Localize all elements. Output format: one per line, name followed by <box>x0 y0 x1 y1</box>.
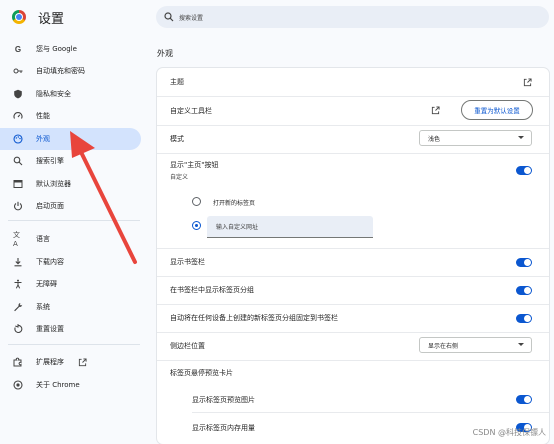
reset-to-default-button[interactable]: 重置为默认设置 <box>461 100 533 120</box>
row-divider <box>157 125 549 126</box>
home-button-toggle[interactable] <box>516 166 532 175</box>
sidebar-item-performance[interactable]: 性能 <box>0 105 141 127</box>
sidebar-item-label: 启动页面 <box>36 202 64 210</box>
sidebar-item-on-startup[interactable]: 启动页面 <box>0 195 141 217</box>
row-divider <box>157 304 549 305</box>
home-button-sublabel: 自定义 <box>170 174 189 181</box>
mode-select[interactable]: 浅色 <box>419 130 532 146</box>
browser-icon <box>13 179 23 189</box>
appearance-card: 主题 自定义工具栏 重置为默认设置 模式 浅色 显示"主页"按钮 自定义 打开新… <box>157 68 549 444</box>
sidebar-item-label: 下载内容 <box>36 258 64 266</box>
new-tab-radio[interactable] <box>192 197 201 206</box>
search-icon <box>164 12 174 22</box>
accessibility-icon <box>13 279 23 289</box>
shield-icon <box>13 89 23 99</box>
sidebar-item-appearance[interactable]: 外观 <box>0 128 141 150</box>
hover-card-label: 标签页悬停预览卡片 <box>170 369 233 377</box>
power-icon <box>13 201 23 211</box>
sidebar-item-label: 关于 Chrome <box>36 381 80 389</box>
watermark: CSDN @科技保镖人 <box>472 428 546 437</box>
search-icon <box>13 156 23 166</box>
custom-url-placeholder: 输入自定义网址 <box>216 224 259 231</box>
translate-icon: 文A <box>13 231 20 248</box>
sidebar-item-label: 您与 Google <box>36 45 77 53</box>
reset-icon <box>13 324 23 334</box>
sidebar-item-label: 默认浏览器 <box>36 180 71 188</box>
sidebar-item-extensions[interactable]: 扩展程序 <box>0 351 141 373</box>
sidebar-item-label: 系统 <box>36 303 50 311</box>
theme-row[interactable]: 主题 <box>157 68 549 96</box>
bookmarks-bar-label: 显示书签栏 <box>170 258 205 266</box>
sidebar-item-label: 隐私和安全 <box>36 90 71 98</box>
search-input[interactable]: 搜索设置 <box>156 6 549 28</box>
sidebar-divider <box>8 220 140 221</box>
sidebar-item-privacy[interactable]: 隐私和安全 <box>0 83 141 105</box>
row-divider <box>192 412 549 413</box>
sidebar-item-search-engine[interactable]: 搜索引擎 <box>0 150 141 172</box>
chevron-down-icon <box>518 343 524 346</box>
sidebar-item-label: 重置设置 <box>36 325 64 333</box>
sidebar-item-downloads[interactable]: 下载内容 <box>0 251 141 273</box>
sidebar-item-autofill[interactable]: 自动填充和密码 <box>0 60 141 82</box>
new-tab-radio-label: 打开新的标签页 <box>213 200 256 207</box>
google-icon: G <box>14 44 22 54</box>
theme-label: 主题 <box>170 78 184 86</box>
row-divider <box>157 248 549 249</box>
row-divider <box>157 360 549 361</box>
auto-pin-label: 自动将在任何设备上创建的新标签页分组固定到书签栏 <box>170 314 338 322</box>
custom-url-radio[interactable] <box>192 221 201 230</box>
external-link-icon[interactable] <box>431 106 440 115</box>
sidebar-item-default-browser[interactable]: 默认浏览器 <box>0 173 141 195</box>
sidebar-item-you-and-google[interactable]: G 您与 Google <box>0 38 141 60</box>
chrome-logo-icon <box>12 10 26 24</box>
mode-label: 模式 <box>170 135 184 143</box>
search-placeholder: 搜索设置 <box>179 14 204 22</box>
sidebar-item-reset[interactable]: 重置设置 <box>0 318 141 340</box>
row-divider <box>157 153 549 154</box>
sidebar-item-label: 搜索引擎 <box>36 157 64 165</box>
sidebar-item-languages[interactable]: 文A 语言 <box>0 228 141 250</box>
wrench-icon <box>13 302 23 312</box>
sidebar-item-system[interactable]: 系统 <box>0 296 141 318</box>
palette-icon <box>13 134 23 144</box>
toolbar-label: 自定义工具栏 <box>170 107 212 115</box>
custom-url-input[interactable]: 输入自定义网址 <box>207 216 373 238</box>
auto-pin-toggle[interactable] <box>516 314 532 323</box>
chevron-down-icon <box>518 136 524 139</box>
sidebar-item-label: 性能 <box>36 112 50 120</box>
bookmarks-bar-toggle[interactable] <box>516 258 532 267</box>
hover-image-toggle[interactable] <box>516 395 532 404</box>
side-panel-label: 侧边栏位置 <box>170 342 205 350</box>
chrome-icon <box>13 380 23 390</box>
tab-groups-label: 在书签栏中显示标签页分组 <box>170 286 254 294</box>
sidebar-item-label: 扩展程序 <box>36 358 64 366</box>
key-icon <box>13 66 23 76</box>
sidebar-divider <box>8 344 140 345</box>
sidebar-item-label: 外观 <box>36 135 50 143</box>
side-panel-select-value: 显示在右侧 <box>428 342 459 350</box>
sidebar-item-label: 语言 <box>36 235 50 243</box>
puzzle-icon <box>13 357 23 367</box>
sidebar-item-label: 无障碍 <box>36 280 57 288</box>
home-button-label: 显示"主页"按钮 <box>170 161 219 169</box>
external-link-icon[interactable] <box>523 78 532 87</box>
sidebar-item-about-chrome[interactable]: 关于 Chrome <box>0 374 141 396</box>
hover-memory-label: 显示标签页内存用量 <box>192 424 255 432</box>
row-divider <box>157 332 549 333</box>
speedometer-icon <box>13 111 23 121</box>
page-title: 设置 <box>38 12 65 27</box>
side-panel-select[interactable]: 显示在右侧 <box>419 337 532 353</box>
row-divider <box>157 276 549 277</box>
sidebar-item-label: 自动填充和密码 <box>36 67 85 75</box>
tab-groups-toggle[interactable] <box>516 286 532 295</box>
hover-image-label: 显示标签页预览图片 <box>192 396 255 404</box>
section-title: 外观 <box>157 49 173 58</box>
mode-select-value: 浅色 <box>428 135 441 143</box>
download-icon <box>13 257 23 267</box>
sidebar-item-accessibility[interactable]: 无障碍 <box>0 273 141 295</box>
external-link-icon <box>78 357 87 366</box>
